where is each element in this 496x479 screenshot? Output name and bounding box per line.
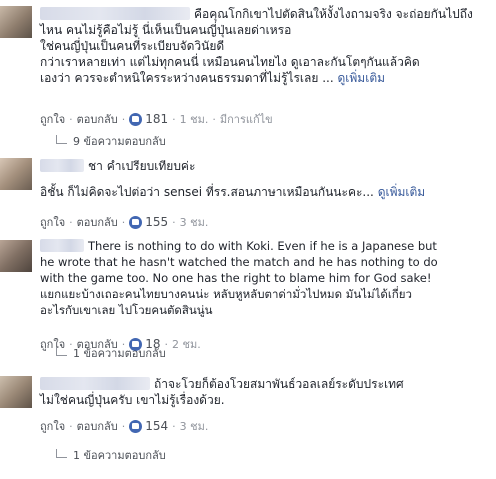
comment-line: อะไรกับเขาเลย ไปโวยคนตัดสินนู่น: [40, 303, 213, 317]
reply-arrow-icon: [56, 449, 67, 458]
comment-body: ถ้าจะโวยก็ต้องโวยสมาพันธ์วอลเลย์ระดับประ…: [40, 376, 492, 408]
like-count[interactable]: 181: [145, 112, 168, 126]
avatar[interactable]: [0, 6, 32, 38]
avatar[interactable]: [0, 158, 32, 190]
edited-label[interactable]: มีการแก้ไข: [220, 113, 273, 126]
reply-arrow-icon: [56, 347, 67, 356]
like-count[interactable]: 155: [145, 215, 168, 229]
timestamp[interactable]: 2 ชม.: [172, 338, 201, 351]
comment-line: คือคุณโกกิเขาไปตัดสินให้งั้งไงถามจริง จะ…: [194, 7, 473, 21]
like-link[interactable]: ถูกใจ: [40, 420, 65, 433]
commenter-name[interactable]: [40, 377, 150, 390]
like-icon: [129, 420, 143, 433]
reply-link[interactable]: ตอบกลับ: [77, 113, 118, 126]
comment-line: แยกแยะบ้างเถอะคนไทยบางคนน่ะ หลับหูหลับตา…: [40, 287, 412, 301]
see-more-link[interactable]: ดูเพิ่มเติม: [378, 185, 426, 199]
commenter-name[interactable]: [40, 7, 190, 20]
comment-line: with the game too. No one has the right …: [40, 271, 432, 285]
replies-label: 1 ข้อความตอบกลับ: [73, 449, 166, 462]
comment-body: ชา คำเปรียบเทียบค่ะ อิชั้น ก็ไม่คิดจะไปต…: [40, 158, 492, 200]
comment-line: There is nothing to do with Koki. Even i…: [88, 239, 437, 253]
replies-link[interactable]: 1 ข้อความตอบกลับ: [56, 446, 166, 464]
like-count[interactable]: 154: [145, 419, 168, 433]
replies-link[interactable]: 1 ข้อความตอบกลับ: [56, 344, 166, 362]
comment-line: he wrote that he hasn't watched the matc…: [40, 255, 438, 269]
comment-line: กว่าเราหลายเท่า แต่ไม่ทุกคนนี่ เหมือนคนไ…: [40, 55, 420, 69]
avatar[interactable]: [0, 376, 32, 408]
replies-link[interactable]: 9 ข้อความตอบกลับ: [56, 132, 166, 150]
comment-actions: ถูกใจ · ตอบกลับ · 154 · 3 ชม.: [40, 419, 209, 433]
timestamp[interactable]: 1 ชม.: [180, 113, 209, 126]
comment-line: อิชั้น ก็ไม่คิดจะไปต่อว่า sensei ที่รร.ส…: [40, 185, 374, 199]
comment-line: ใช่คนญี่ปุ่นเป็นคนที่ระเบียบจัดวินัยดี: [40, 39, 225, 53]
comment-actions: ถูกใจ · ตอบกลับ · 181 · 1 ชม. · มีการแก้ไข: [40, 112, 273, 126]
commenter-name[interactable]: [40, 159, 84, 172]
like-link[interactable]: ถูกใจ: [40, 216, 65, 229]
reply-link[interactable]: ตอบกลับ: [77, 420, 118, 433]
replies-label: 1 ข้อความตอบกลับ: [73, 347, 166, 360]
reply-link[interactable]: ตอบกลับ: [77, 216, 118, 229]
comment-line: ไหน คนไม่รู้คือไม่รู้ นี่เห็นเป็นคนญี่ปุ…: [40, 23, 292, 37]
like-icon: [129, 113, 143, 126]
comment-body: There is nothing to do with Koki. Even i…: [40, 238, 492, 318]
comment-line: ไม่ใช่คนญี่ปุ่นครับ เขาไม่รู้เรื่องด้วย.: [40, 393, 225, 407]
comment-line: เองว่า ควรจะตำหนิใครระหว่างคนธรรมดาที่ไม…: [40, 71, 334, 85]
like-icon: [129, 216, 143, 229]
timestamp[interactable]: 3 ชม.: [180, 216, 209, 229]
timestamp[interactable]: 3 ชม.: [180, 420, 209, 433]
see-more-link[interactable]: ดูเพิ่มเติม: [338, 71, 386, 85]
comment-body: คือคุณโกกิเขาไปตัดสินให้งั้งไงถามจริง จะ…: [40, 6, 492, 86]
commenter-name[interactable]: [40, 239, 84, 252]
comment-line: ถ้าจะโวยก็ต้องโวยสมาพันธ์วอลเลย์ระดับประ…: [154, 377, 404, 391]
comment-actions: ถูกใจ · ตอบกลับ · 155 · 3 ชม.: [40, 215, 209, 229]
avatar[interactable]: [0, 240, 32, 272]
comment-line: ชา คำเปรียบเทียบค่ะ: [88, 159, 196, 173]
replies-label: 9 ข้อความตอบกลับ: [73, 135, 166, 148]
like-link[interactable]: ถูกใจ: [40, 113, 65, 126]
reply-arrow-icon: [56, 135, 67, 144]
